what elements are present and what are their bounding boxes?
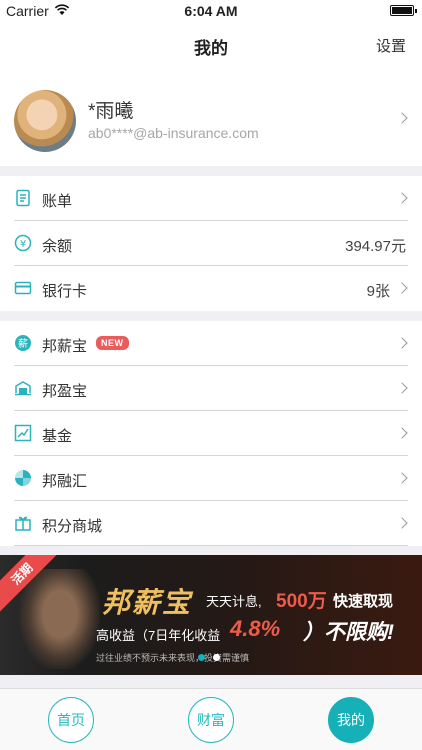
account-group: 账单 ¥ 余额 394.97元 银行卡 9张 <box>0 176 422 311</box>
chevron-right-icon <box>396 337 408 349</box>
list-item-balance[interactable]: ¥ 余额 394.97元 <box>0 221 422 266</box>
list-item-bangyingbao[interactable]: 邦盈宝 <box>0 366 422 411</box>
balance-value: 394.97元 <box>345 238 406 255</box>
promo-banner[interactable]: 活期 邦薪宝 天天计息, 500万 快速取现 高收益（7日年化收益 4.8% ）… <box>0 555 422 675</box>
status-bar: Carrier 6:04 AM <box>0 0 422 22</box>
list-item-label: 账单 <box>42 193 73 210</box>
list-item-label: 基金 <box>42 428 73 445</box>
svg-text:¥: ¥ <box>20 239 26 250</box>
new-badge: NEW <box>96 336 129 350</box>
banner-highlight: 500万 <box>276 591 327 612</box>
avatar <box>14 90 76 152</box>
svg-text:薪: 薪 <box>18 338 28 350</box>
chevron-right-icon <box>396 427 408 439</box>
chevron-right-icon <box>396 112 408 124</box>
banner-brand: 邦薪宝 <box>102 587 193 618</box>
settings-button[interactable]: 设置 <box>376 35 406 56</box>
list-item-label: 积分商城 <box>42 518 103 535</box>
list-item-label: 邦薪宝 <box>42 338 88 355</box>
gift-icon <box>15 516 31 531</box>
list-item-label: 银行卡 <box>42 283 88 300</box>
nav-bar: 我的 设置 <box>0 22 422 66</box>
page-title: 我的 <box>194 39 228 58</box>
bangyingbao-icon <box>15 381 31 396</box>
carousel-dot[interactable] <box>213 654 220 661</box>
bill-icon <box>16 189 30 207</box>
list-item-bangronghui[interactable]: 邦融汇 <box>0 456 422 501</box>
status-time: 6:04 AM <box>184 3 238 19</box>
list-item-points-mall[interactable]: 积分商城 <box>0 501 422 546</box>
chevron-right-icon <box>396 472 408 484</box>
carousel-dots <box>198 654 228 662</box>
list-item-label: 邦融汇 <box>42 473 88 490</box>
chevron-right-icon <box>396 382 408 394</box>
tab-mine[interactable]: 我的 <box>328 697 374 743</box>
bangronghui-icon <box>15 470 31 486</box>
list-item-bill[interactable]: 账单 <box>0 176 422 221</box>
yuan-icon: ¥ <box>14 234 32 252</box>
bank-card-count: 9张 <box>366 283 390 300</box>
banner-rate-suffix: ）不限购! <box>303 621 394 644</box>
chevron-right-icon <box>396 282 408 294</box>
bank-card-icon <box>14 281 32 295</box>
tab-bar: 首页 财富 我的 <box>0 688 422 750</box>
list-item-fund[interactable]: 基金 <box>0 411 422 456</box>
battery-icon <box>390 5 417 16</box>
bangxinbao-icon: 薪 <box>15 335 31 351</box>
profile-email: ab0****@ab-insurance.com <box>88 125 259 141</box>
list-item-label: 邦盈宝 <box>42 383 88 400</box>
list-item-bangxinbao[interactable]: 薪 邦薪宝 NEW <box>0 321 422 366</box>
banner-tagline: 天天计息, <box>206 594 262 609</box>
carousel-dot-active[interactable] <box>198 654 205 661</box>
fund-chart-icon <box>14 424 32 442</box>
chevron-right-icon <box>396 192 408 204</box>
profile-name: *雨曦 <box>88 101 134 122</box>
list-item-label: 余额 <box>42 238 73 255</box>
banner-highlight-2: 快速取现 <box>333 593 394 610</box>
tab-home[interactable]: 首页 <box>48 697 94 743</box>
chevron-right-icon <box>396 517 408 529</box>
products-group: 薪 邦薪宝 NEW 邦盈宝 基金 邦融汇 积分商城 <box>0 321 422 546</box>
banner-rate: 4.8% <box>230 616 281 641</box>
banner-yield-text: 高收益（7日年化收益 <box>96 628 221 643</box>
list-item-bank-card[interactable]: 银行卡 9张 <box>0 266 422 311</box>
tab-wealth[interactable]: 财富 <box>188 697 234 743</box>
fist-image <box>20 569 100 669</box>
profile-card[interactable]: *雨曦 ab0****@ab-insurance.com <box>0 66 422 166</box>
